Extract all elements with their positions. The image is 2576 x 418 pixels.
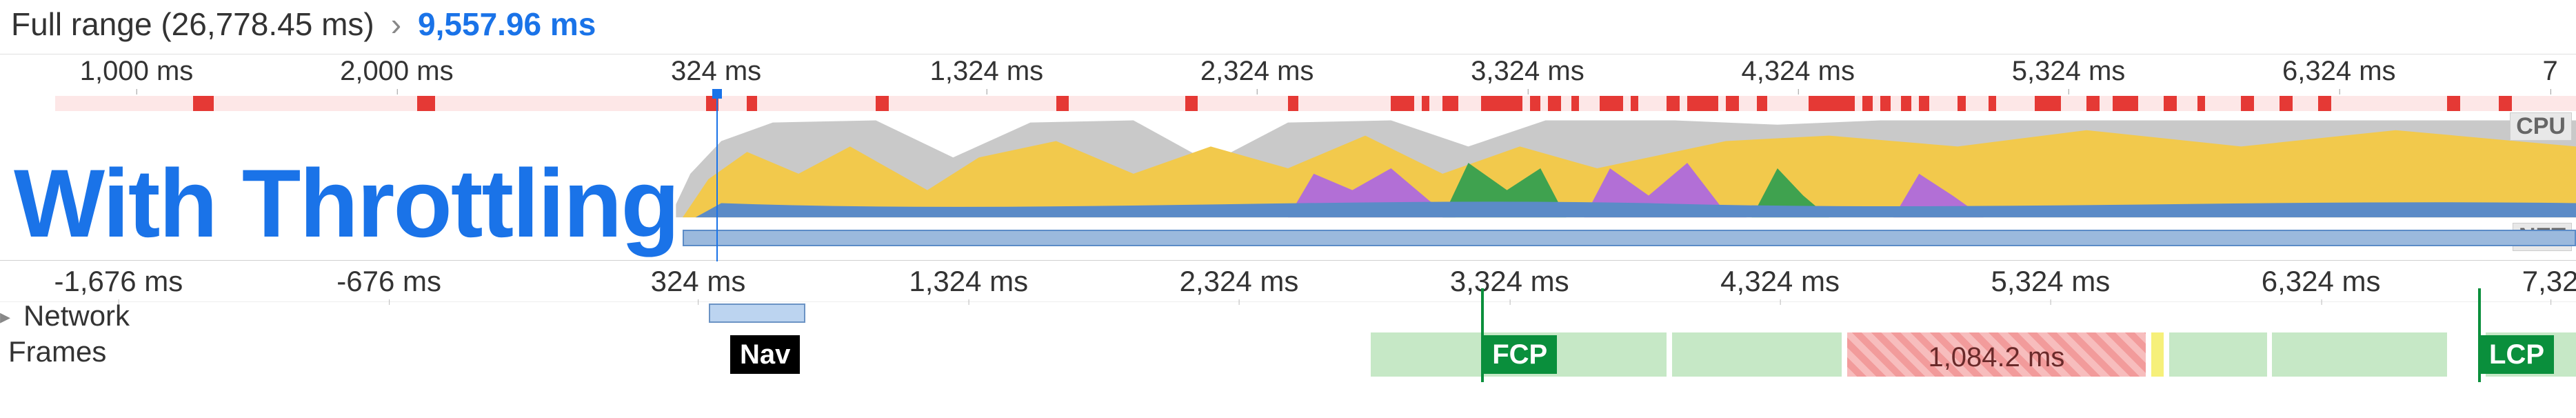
long-task-mark <box>747 96 757 111</box>
network-track-label: Network <box>23 299 130 332</box>
long-frame-duration: 1,084.2 ms <box>1928 342 2064 373</box>
detail-tick: 2,324 ms <box>1180 265 1299 298</box>
long-task-mark <box>1757 96 1767 111</box>
network-track-row[interactable]: ▸ Network <box>0 302 2576 328</box>
long-frame-block[interactable]: 1,084.2 ms <box>1847 332 2146 377</box>
long-task-mark <box>1667 96 1680 111</box>
detail-tick: 4,324 ms <box>1720 265 1840 298</box>
long-task-mark <box>1442 96 1458 111</box>
long-task-mark <box>1548 96 1561 111</box>
detail-tick: -1,676 ms <box>54 265 183 298</box>
selection-range-label[interactable]: 9,557.96 ms <box>418 6 596 43</box>
overview-tick: 6,324 ms <box>2282 56 2396 87</box>
long-task-mark <box>1600 96 1623 111</box>
frame-block[interactable] <box>2151 332 2164 377</box>
overview-tick: 1,324 ms <box>930 56 1044 87</box>
overview-tick: 4,324 ms <box>1741 56 1855 87</box>
nav-badge[interactable]: Nav <box>730 335 800 374</box>
long-task-mark <box>2164 96 2177 111</box>
long-task-mark <box>1989 96 1996 111</box>
detail-tick: 6,324 ms <box>2262 265 2381 298</box>
detail-tick: 5,324 ms <box>1991 265 2110 298</box>
long-task-mark <box>1901 96 1911 111</box>
long-task-mark <box>2318 96 2331 111</box>
overview-tick: 3,324 ms <box>1471 56 1584 87</box>
fcp-badge[interactable]: FCP <box>1482 335 1557 374</box>
frames-track-label: Frames <box>8 335 106 368</box>
long-task-mark <box>1919 96 1929 111</box>
annotation-overlay-text: With Throttling <box>14 148 678 259</box>
overview-tick: 5,324 ms <box>2012 56 2126 87</box>
long-task-mark <box>1288 96 1298 111</box>
long-task-mark <box>2280 96 2293 111</box>
network-request-bar[interactable] <box>709 303 805 323</box>
long-task-mark <box>1631 96 1638 111</box>
long-task-mark <box>417 96 435 111</box>
long-task-mark <box>1958 96 1965 111</box>
disclosure-triangle-icon[interactable]: ▸ <box>0 305 10 329</box>
full-range-label[interactable]: Full range (26,778.45 ms) <box>11 6 374 43</box>
network-activity-bar <box>683 230 2576 246</box>
frame-block[interactable] <box>2272 332 2447 377</box>
long-task-mark <box>876 96 889 111</box>
detail-tick: 3,324 ms <box>1450 265 1569 298</box>
long-task-mark <box>1481 96 1522 111</box>
overview-tick: 2,000 ms <box>340 56 454 87</box>
long-task-mark <box>2499 96 2512 111</box>
long-task-mark <box>1726 96 1739 111</box>
long-task-row <box>0 93 2576 114</box>
long-task-mark <box>1809 96 1855 111</box>
frame-block[interactable] <box>1672 332 1842 377</box>
overview-cursor[interactable] <box>716 93 718 261</box>
long-task-mark <box>193 96 214 111</box>
long-task-mark <box>1687 96 1718 111</box>
long-task-mark <box>2241 96 2254 111</box>
overview-tick: 1,000 ms <box>80 56 194 87</box>
range-breadcrumb[interactable]: Full range (26,778.45 ms) › 9,557.96 ms <box>0 0 2576 54</box>
overview-tick: 2,324 ms <box>1200 56 1314 87</box>
overview-ruler[interactable]: 1,000 ms 2,000 ms 324 ms 1,324 ms 2,324 ms 3,… <box>0 54 2576 93</box>
long-task-mark <box>1422 96 1429 111</box>
lcp-badge[interactable]: LCP <box>2479 335 2554 374</box>
long-task-mark <box>1185 96 1198 111</box>
detail-tick: -676 ms <box>336 265 441 298</box>
long-task-mark <box>1571 96 1579 111</box>
long-task-mark <box>2113 96 2138 111</box>
timeline-overview[interactable]: 1,000 ms 2,000 ms 324 ms 1,324 ms 2,324 ms 3,… <box>0 54 2576 261</box>
detail-tick: 1,324 ms <box>909 265 1028 298</box>
detail-tick: 7,32 <box>2522 265 2576 298</box>
long-task-mark <box>2447 96 2460 111</box>
detail-tick: 324 ms <box>651 265 746 298</box>
long-task-mark <box>1530 96 1540 111</box>
long-task-mark <box>1391 96 1414 111</box>
long-task-mark <box>1862 96 1873 111</box>
cpu-label: CPU <box>2510 112 2572 141</box>
long-task-mark <box>1056 96 1069 111</box>
overview-tick: 7 <box>2543 56 2558 87</box>
frames-track-row[interactable]: Frames 1,084.2 ms Nav FCP LCP <box>0 328 2576 382</box>
long-task-mark <box>2197 96 2205 111</box>
long-task-mark <box>2035 96 2060 111</box>
chevron-right-icon: › <box>391 6 401 43</box>
timeline-detail[interactable]: -1,676 ms -676 ms 324 ms 1,324 ms 2,324 ms 3,… <box>0 261 2576 382</box>
long-task-mark <box>2086 96 2100 111</box>
overview-tick: 324 ms <box>671 56 761 87</box>
frame-block[interactable] <box>2169 332 2267 377</box>
long-task-mark <box>1880 96 1891 111</box>
detail-ruler[interactable]: -1,676 ms -676 ms 324 ms 1,324 ms 2,324 ms 3,… <box>0 261 2576 302</box>
